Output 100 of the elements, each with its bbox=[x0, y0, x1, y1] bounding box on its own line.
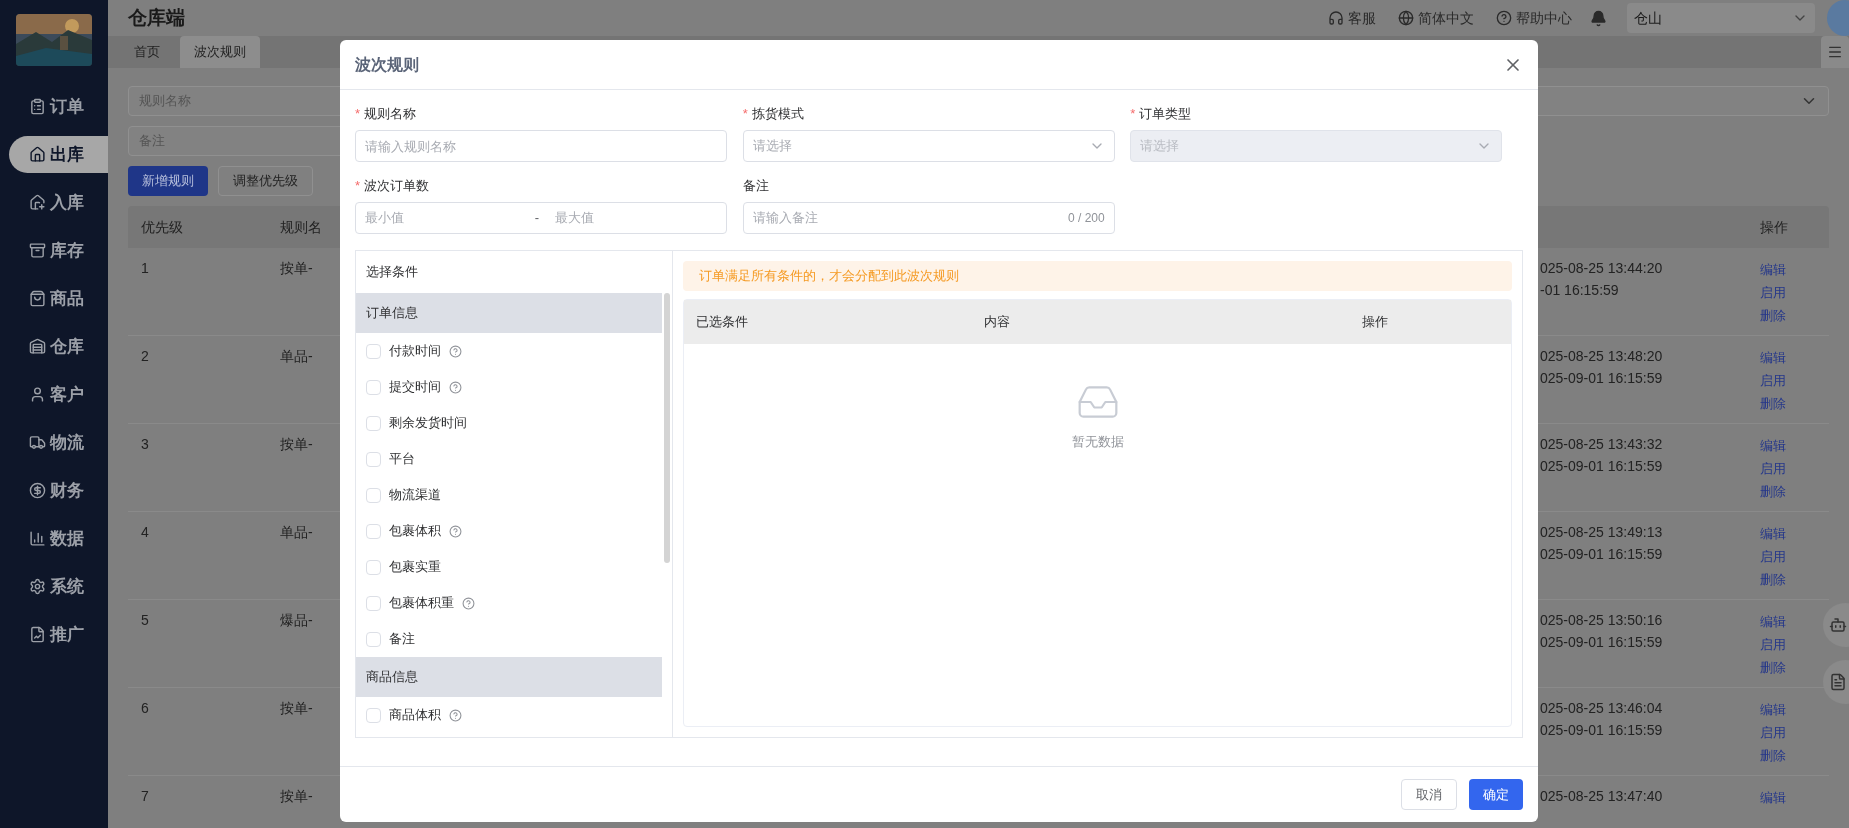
checkbox[interactable] bbox=[366, 379, 381, 395]
help-icon[interactable] bbox=[449, 344, 462, 358]
sidebar-item[interactable]: 数据 bbox=[9, 520, 108, 557]
table-cell-text: 单品- bbox=[280, 523, 314, 542]
table-cell-text: 爆品- bbox=[280, 611, 314, 630]
empty-text: 暂无数据 bbox=[1071, 433, 1124, 451]
page-tab[interactable]: 波次规则 bbox=[180, 36, 260, 68]
table-cell-text: 025-08-25 13:43:32 bbox=[1540, 435, 1663, 454]
house-plus-icon bbox=[29, 194, 46, 211]
menu-button[interactable] bbox=[1821, 36, 1849, 68]
column-header: 内容 bbox=[984, 313, 1011, 332]
table-link[interactable]: 删除 bbox=[1760, 744, 1786, 767]
table-cell-text: 025-09-01 16:15:59 bbox=[1540, 545, 1663, 564]
table-link[interactable]: 编辑 bbox=[1760, 258, 1786, 281]
condition-label: 物流渠道 bbox=[389, 486, 441, 505]
table-link[interactable]: 启用 bbox=[1760, 633, 1786, 656]
header-link[interactable]: 简体中文 bbox=[1398, 7, 1474, 29]
table-cell-text: 025-08-25 13:44:20 bbox=[1540, 259, 1663, 278]
action-button[interactable]: 调整优先级 bbox=[218, 166, 313, 196]
table-link[interactable]: 启用 bbox=[1760, 281, 1786, 304]
sidebar-item[interactable]: 仓库 bbox=[9, 328, 108, 365]
checkbox[interactable] bbox=[366, 631, 381, 647]
remark-placeholder: 请输入备注 bbox=[752, 209, 818, 228]
dialog-button[interactable]: 取消 bbox=[1401, 779, 1457, 810]
checkbox[interactable] bbox=[366, 343, 381, 359]
sidebar-item[interactable]: 系统 bbox=[9, 568, 108, 605]
table-cell-text: 025-09-01 16:15:59 bbox=[1540, 633, 1663, 652]
help-icon[interactable] bbox=[449, 524, 462, 538]
sidebar-item[interactable]: 物流 bbox=[9, 424, 108, 461]
group-header: 订单信息 bbox=[356, 293, 662, 333]
table-link[interactable]: 启用 bbox=[1760, 457, 1786, 480]
table-link[interactable]: 删除 bbox=[1760, 480, 1786, 503]
sidebar-item[interactable]: 入库 bbox=[9, 184, 108, 221]
help-icon[interactable] bbox=[462, 596, 475, 610]
action-button[interactable]: 新增规则 bbox=[128, 166, 208, 196]
header-link[interactable]: 客服 bbox=[1328, 7, 1376, 29]
column-header: 操作 bbox=[1760, 217, 1788, 237]
help-icon bbox=[1496, 10, 1512, 26]
remark-field[interactable]: 请输入备注 0 / 200 bbox=[742, 202, 1115, 234]
robot-icon bbox=[1829, 616, 1847, 634]
table-link[interactable]: 编辑 bbox=[1760, 610, 1786, 633]
warehouse-select[interactable]: 仓山 bbox=[1627, 3, 1815, 33]
required-mark: * bbox=[1130, 105, 1136, 124]
list-icon bbox=[29, 98, 46, 115]
sidebar-item[interactable]: 客户 bbox=[9, 376, 108, 413]
sidebar-item[interactable]: 商品 bbox=[9, 280, 108, 317]
sidebar-item[interactable]: 订单 bbox=[9, 88, 108, 125]
table-link[interactable]: 编辑 bbox=[1760, 346, 1786, 369]
checkbox[interactable] bbox=[366, 451, 381, 467]
table-link[interactable]: 启用 bbox=[1760, 369, 1786, 392]
chart-file-icon bbox=[29, 626, 46, 643]
table-link[interactable]: 编辑 bbox=[1760, 434, 1786, 457]
checkbox[interactable] bbox=[366, 487, 381, 503]
checkbox[interactable] bbox=[366, 559, 381, 575]
checkbox[interactable] bbox=[366, 523, 381, 539]
table-link[interactable]: 编辑 bbox=[1760, 786, 1786, 809]
required-mark: * bbox=[742, 105, 748, 124]
user-icon bbox=[29, 386, 46, 403]
rule-name-field[interactable]: 请输入规则名称 bbox=[355, 130, 727, 162]
app-title: 仓库端 bbox=[128, 5, 185, 30]
required-mark: * bbox=[355, 177, 361, 196]
table-cell-text: 1 bbox=[140, 259, 150, 278]
table-link[interactable]: 删除 bbox=[1760, 304, 1786, 327]
document-icon bbox=[1829, 673, 1847, 691]
checkbox[interactable] bbox=[366, 707, 381, 723]
sidebar-item[interactable]: 库存 bbox=[9, 232, 108, 269]
table-link[interactable]: 启用 bbox=[1760, 545, 1786, 568]
select-field[interactable]: 请选择 bbox=[742, 130, 1115, 162]
sidebar-item[interactable]: 推广 bbox=[9, 616, 108, 653]
scrollbar-thumb[interactable] bbox=[664, 293, 670, 563]
sidebar-item[interactable]: 财务 bbox=[9, 472, 108, 509]
page-tab[interactable]: 首页 bbox=[120, 36, 174, 68]
checkbox[interactable] bbox=[366, 415, 381, 431]
required-mark: * bbox=[355, 105, 361, 124]
sidebar-item[interactable]: 出库 bbox=[9, 136, 108, 173]
dialog-button[interactable]: 确定 bbox=[1469, 779, 1523, 810]
char-counter: 0 / 200 bbox=[1067, 210, 1105, 227]
bell-icon[interactable] bbox=[1590, 9, 1607, 27]
condition-label: 备注 bbox=[389, 630, 415, 649]
table-link[interactable]: 删除 bbox=[1760, 392, 1786, 415]
column-header: 已选条件 bbox=[695, 313, 749, 332]
table-link[interactable]: 编辑 bbox=[1760, 698, 1786, 721]
condition-label: 包裹体积重 bbox=[389, 594, 454, 613]
header-link[interactable]: 帮助中心 bbox=[1496, 7, 1572, 29]
table-link[interactable]: 删除 bbox=[1760, 568, 1786, 591]
headset-icon bbox=[1328, 10, 1344, 26]
gear-icon bbox=[29, 578, 46, 595]
range-field[interactable]: 最小值 - 最大值 bbox=[355, 202, 727, 234]
table-cell-text: 3 bbox=[140, 435, 150, 454]
help-icon[interactable] bbox=[449, 380, 462, 394]
group-header: 商品信息 bbox=[356, 657, 662, 697]
checkbox[interactable] bbox=[366, 595, 381, 611]
table-link[interactable]: 编辑 bbox=[1760, 522, 1786, 545]
table-link[interactable]: 启用 bbox=[1760, 721, 1786, 744]
bag-icon bbox=[29, 290, 46, 307]
table-cell-text: 025-08-25 13:50:16 bbox=[1540, 611, 1663, 630]
bar-chart-icon bbox=[29, 530, 46, 547]
table-cell-text: 6 bbox=[140, 699, 150, 718]
help-icon[interactable] bbox=[449, 708, 462, 722]
table-link[interactable]: 删除 bbox=[1760, 656, 1786, 679]
